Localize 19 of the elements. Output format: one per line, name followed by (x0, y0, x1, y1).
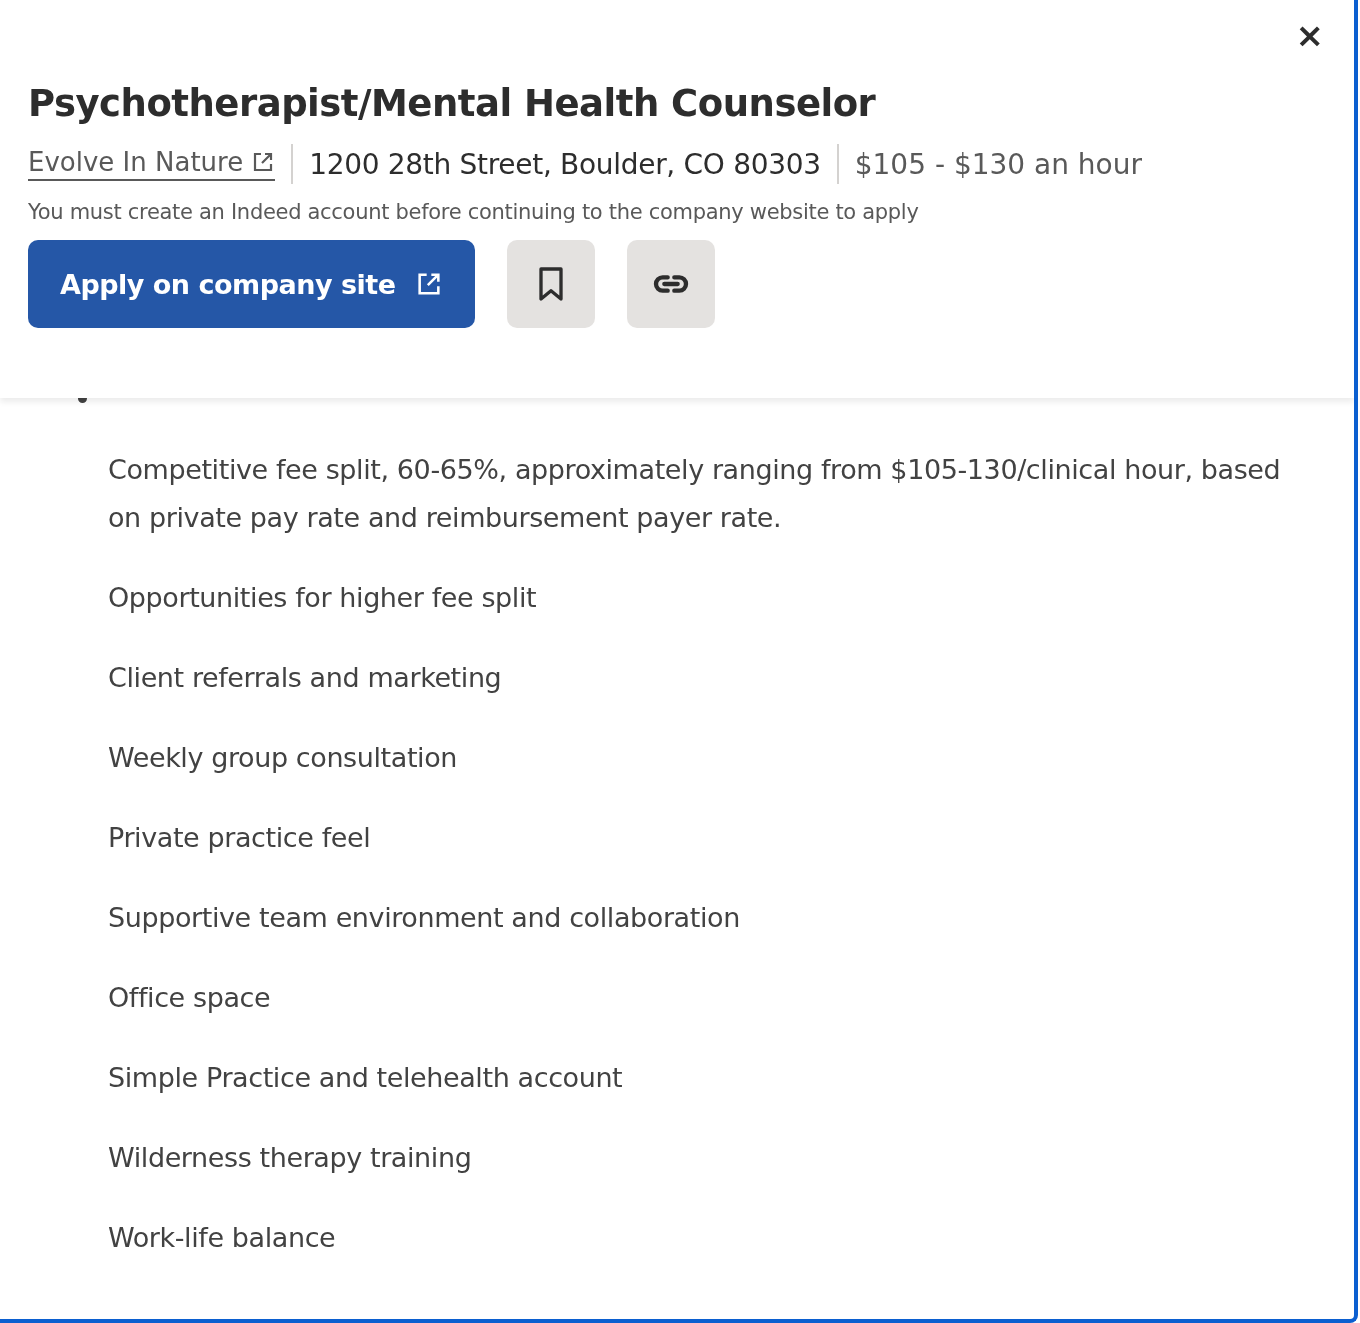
apply-button[interactable]: Apply on company site (28, 240, 476, 328)
benefit-item: Opportunities for higher fee split (108, 581, 538, 615)
salary-text: $105 - $130 an hour (854, 147, 1142, 181)
benefit-item: Private practice feel (108, 821, 372, 855)
benefit-item: Simple Practice and telehealth account (108, 1061, 624, 1095)
copy-link-button[interactable] (627, 240, 716, 328)
close-button[interactable]: × (1291, 20, 1328, 50)
benefit-item: Supportive team environment and collaboration (108, 901, 741, 935)
account-notice: You must create an Indeed account before continuing to the company website to apply (28, 200, 920, 224)
benefit-item: Work-life balance (108, 1221, 337, 1255)
job-title: Psychotherapist/Mental Health Counselor (28, 81, 877, 127)
benefit-item: Client referrals and marketing (108, 661, 503, 695)
company-link[interactable]: Evolve In Nature (28, 147, 276, 181)
benefit-item: Weekly group consultation (108, 741, 459, 775)
job-location: 1200 28th Street, Boulder, CO 80303 (309, 147, 821, 181)
benefit-item: Wilderness therapy training (108, 1141, 473, 1175)
save-button[interactable] (507, 240, 596, 328)
benefit-item: Office space (108, 981, 272, 1015)
benefit-item: Competitive fee split, 60-65%, approximately ranging from $105-130/clinical hour, based on private pay rate and reimbursement payer rate. (108, 453, 1282, 535)
